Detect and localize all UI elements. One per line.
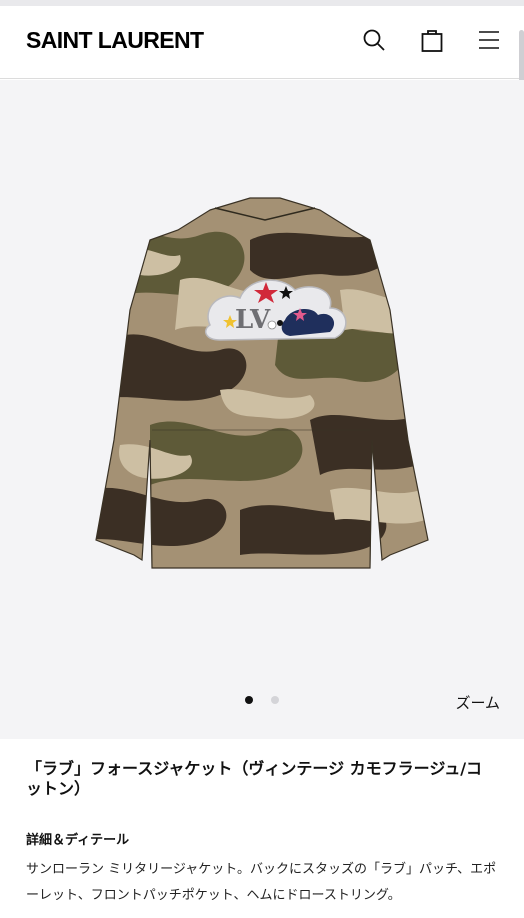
product-title: 「ラブ」フォースジャケット（ヴィンテージ カモフラージュ/コットン） xyxy=(26,759,483,798)
gallery-dot-1[interactable] xyxy=(245,696,253,704)
menu-button[interactable] xyxy=(475,26,503,54)
product-info: 「ラブ」フォースジャケット（ヴィンテージ カモフラージュ/コットン） 詳細＆ディ… xyxy=(0,739,524,918)
site-header: SAINT LAURENT xyxy=(0,6,524,79)
gallery-pagination xyxy=(245,696,279,704)
search-button[interactable] xyxy=(360,26,388,54)
svg-text:V: V xyxy=(249,305,271,335)
product-gallery[interactable]: L V ズーム xyxy=(0,80,524,739)
product-image[interactable]: L V xyxy=(90,190,440,575)
search-icon xyxy=(363,29,385,51)
brand-logo[interactable]: SAINT LAURENT xyxy=(26,27,204,54)
zoom-button[interactable]: ズーム xyxy=(455,692,500,713)
menu-icon xyxy=(479,31,499,49)
bag-button[interactable] xyxy=(418,26,446,54)
details-heading[interactable]: 詳細＆ディテール xyxy=(26,829,498,848)
product-description: サンローラン ミリタリージャケット。バックにスタッズの「ラブ」パッチ、エポーレッ… xyxy=(26,862,497,903)
gallery-dot-2[interactable] xyxy=(271,696,279,704)
bag-icon xyxy=(421,30,443,52)
